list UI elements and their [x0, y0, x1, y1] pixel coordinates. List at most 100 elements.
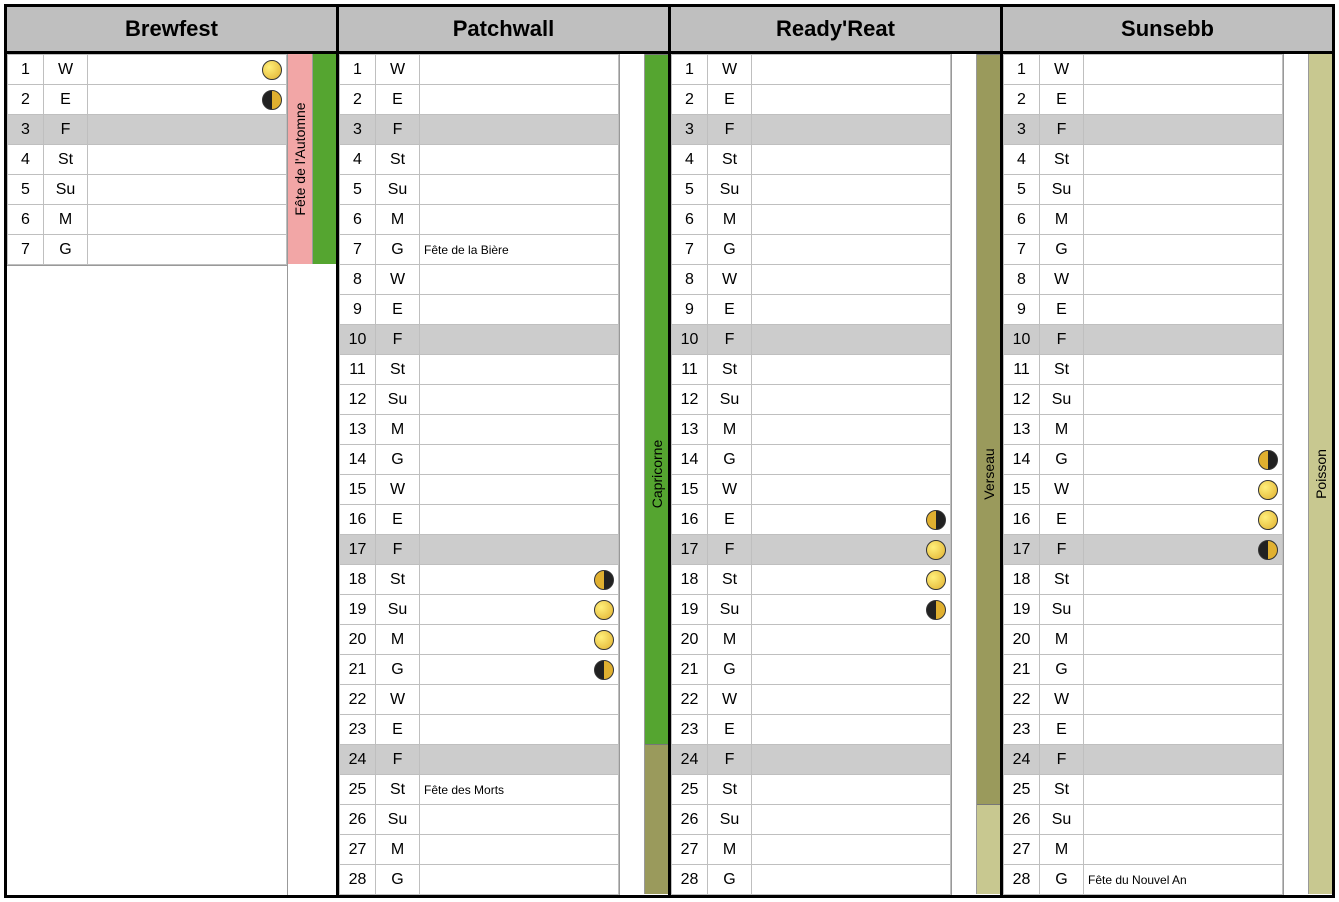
day-row: 27M [340, 835, 619, 865]
weekday-label: F [1040, 325, 1084, 355]
day-number: 25 [340, 775, 376, 805]
day-row: 4St [672, 145, 951, 175]
moon-icon [926, 600, 946, 620]
day-event-cell [420, 565, 619, 595]
weekday-label: E [376, 85, 420, 115]
day-event-cell [752, 535, 951, 565]
day-number: 19 [672, 595, 708, 625]
month-header: Brewfest [7, 7, 336, 54]
day-number: 14 [1004, 445, 1040, 475]
day-event-cell [1084, 475, 1283, 505]
weekday-label: F [376, 325, 420, 355]
day-number: 20 [1004, 625, 1040, 655]
day-row: 23E [1004, 715, 1283, 745]
weekday-label: M [1040, 835, 1084, 865]
day-event-cell [420, 745, 619, 775]
weekday-label: St [376, 565, 420, 595]
day-row: 10F [340, 325, 619, 355]
weekday-label: F [708, 325, 752, 355]
day-row: 7G [672, 235, 951, 265]
day-number: 27 [672, 835, 708, 865]
day-event-cell [752, 355, 951, 385]
day-event-cell [1084, 265, 1283, 295]
weekday-label: W [1040, 265, 1084, 295]
day-number: 7 [672, 235, 708, 265]
day-event-cell [420, 55, 619, 85]
weekday-label: W [1040, 55, 1084, 85]
day-number: 13 [1004, 415, 1040, 445]
weekday-label: M [1040, 415, 1084, 445]
day-number: 4 [340, 145, 376, 175]
day-row: 20M [1004, 625, 1283, 655]
day-event-cell [1084, 745, 1283, 775]
day-row: 16E [672, 505, 951, 535]
day-event-cell [752, 205, 951, 235]
day-event-cell [420, 415, 619, 445]
day-event-cell [420, 835, 619, 865]
day-number: 24 [340, 745, 376, 775]
month-header: Ready'Reat [671, 7, 1000, 54]
day-number: 11 [672, 355, 708, 385]
day-event-cell [752, 655, 951, 685]
weekday-label: M [708, 625, 752, 655]
day-number: 21 [1004, 655, 1040, 685]
day-event-cell [1084, 655, 1283, 685]
weekday-label: M [1040, 625, 1084, 655]
month-body: 1W2E3F4St5Su6M7GFête de l'Automne [7, 54, 336, 895]
weekday-label: St [376, 775, 420, 805]
day-event-cell [420, 505, 619, 535]
day-event-cell [752, 865, 951, 895]
days-column: 1W2E3F4St5Su6M7G [7, 54, 288, 895]
day-number: 5 [672, 175, 708, 205]
weekday-label: G [376, 445, 420, 475]
day-row: 20M [672, 625, 951, 655]
day-row: 3F [1004, 115, 1283, 145]
day-row: 18St [672, 565, 951, 595]
day-event-cell: Fête de la Bière [420, 235, 619, 265]
day-row: 28G [672, 865, 951, 895]
weekday-label: M [376, 625, 420, 655]
day-number: 27 [340, 835, 376, 865]
day-row: 26Su [340, 805, 619, 835]
weekday-label: Su [44, 175, 88, 205]
weekday-label: Su [1040, 385, 1084, 415]
day-event-cell [1084, 235, 1283, 265]
day-row: 5Su [672, 175, 951, 205]
day-number: 17 [672, 535, 708, 565]
day-row: 12Su [1004, 385, 1283, 415]
day-number: 7 [1004, 235, 1040, 265]
day-number: 17 [340, 535, 376, 565]
day-event-cell [752, 835, 951, 865]
weekday-label: G [376, 235, 420, 265]
weekday-label: St [708, 565, 752, 595]
day-event-cell [752, 715, 951, 745]
moon-icon [594, 630, 614, 650]
day-event-cell [752, 415, 951, 445]
weekday-label: W [376, 55, 420, 85]
weekday-label: F [1040, 115, 1084, 145]
day-row: 10F [672, 325, 951, 355]
weekday-label: Su [376, 175, 420, 205]
day-row: 20M [340, 625, 619, 655]
day-number: 1 [672, 55, 708, 85]
day-row: 2E [8, 85, 287, 115]
month-column: Sunsebb1W2E3F4St5Su6M7G8W9E10F11St12Su13… [1000, 7, 1332, 895]
month-body: 1W2E3F4St5Su6M7GFête de la Bière8W9E10F1… [339, 54, 668, 895]
day-event-cell [420, 325, 619, 355]
day-row: 21G [672, 655, 951, 685]
day-row: 13M [672, 415, 951, 445]
weekday-label: F [376, 535, 420, 565]
weekday-label: St [1040, 775, 1084, 805]
day-row: 19Su [1004, 595, 1283, 625]
day-event-cell [752, 325, 951, 355]
day-number: 10 [672, 325, 708, 355]
day-event-cell [1084, 715, 1283, 745]
day-number: 9 [672, 295, 708, 325]
moon-icon [594, 570, 614, 590]
day-number: 3 [8, 115, 44, 145]
day-number: 28 [1004, 865, 1040, 895]
day-number: 14 [340, 445, 376, 475]
day-row: 1W [8, 55, 287, 85]
day-event-cell [88, 235, 287, 265]
day-row: 21G [1004, 655, 1283, 685]
